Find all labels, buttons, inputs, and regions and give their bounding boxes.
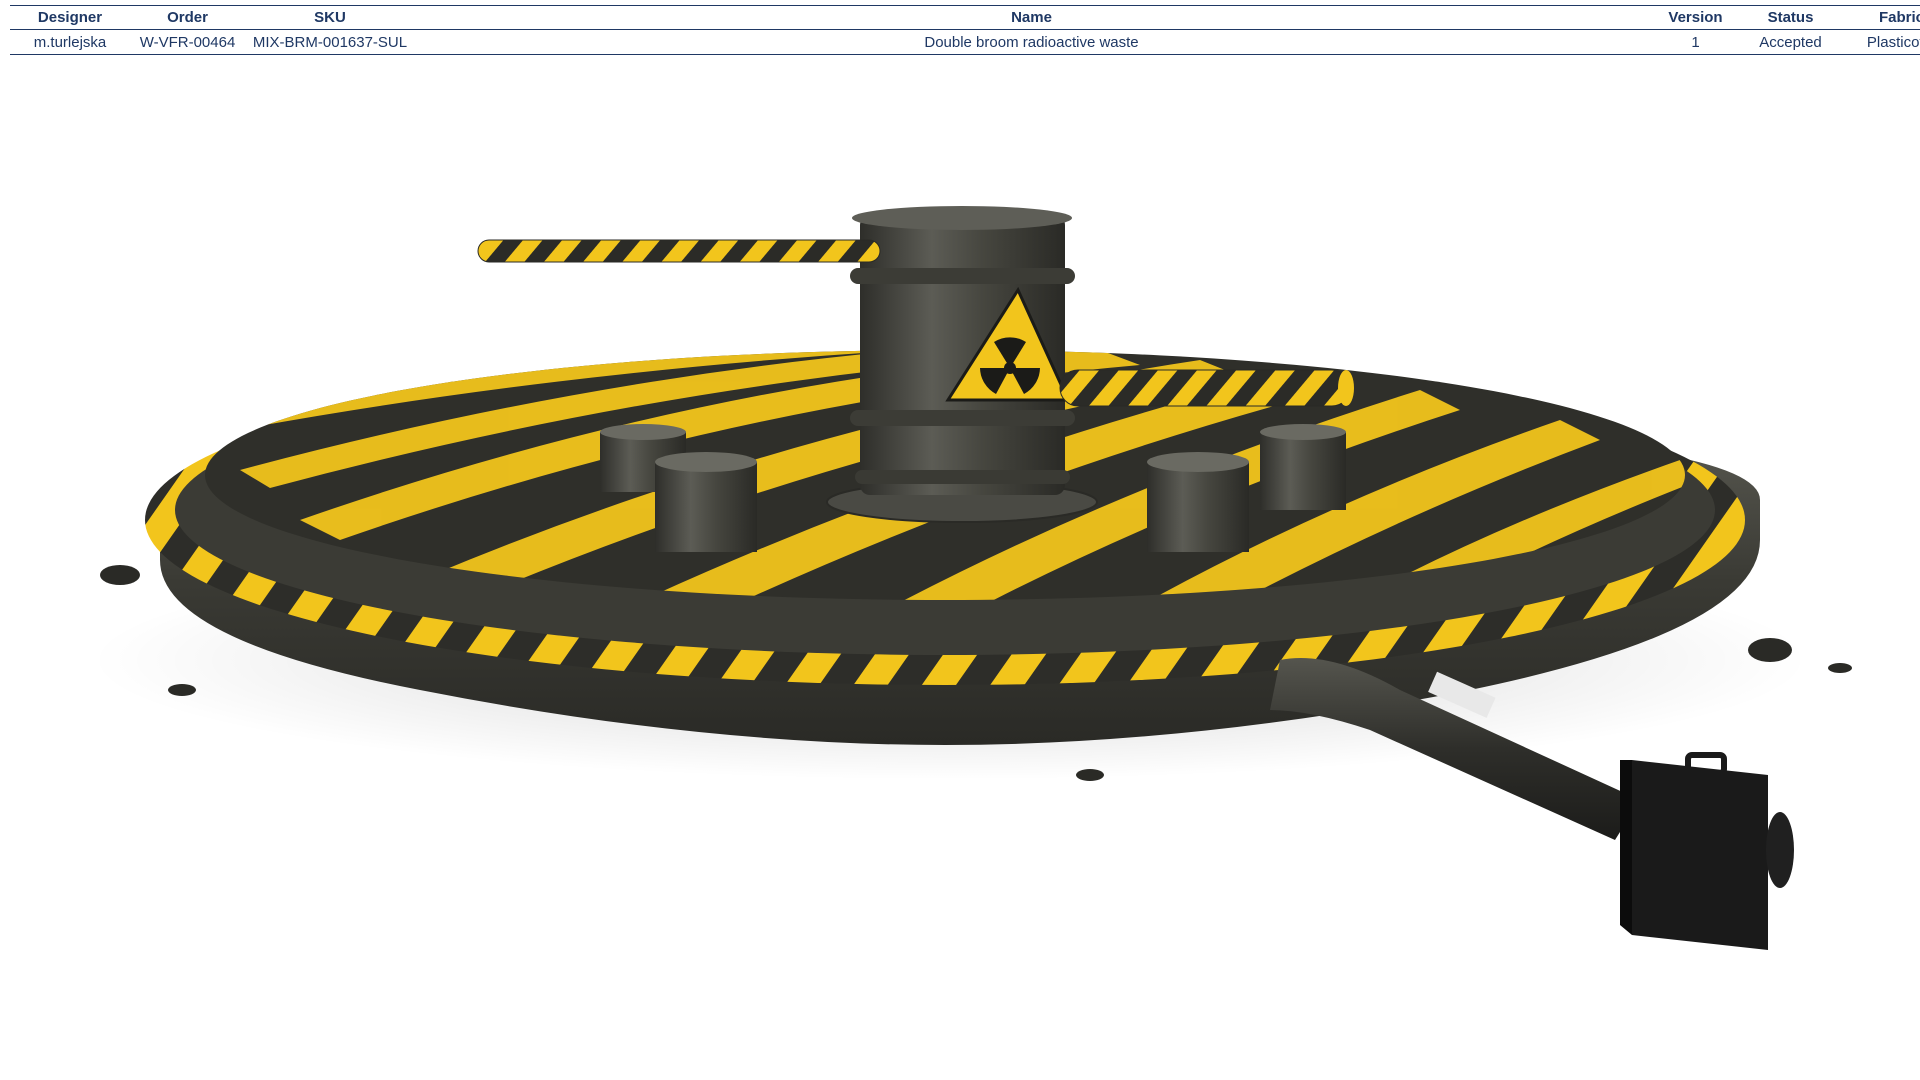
table-header-row: Designer Order SKU Name Version Status F…	[10, 5, 1920, 30]
header-version: Version	[1648, 5, 1743, 30]
header-designer: Designer	[10, 5, 130, 30]
product-render	[0, 60, 1920, 1080]
broom-arm-back	[477, 239, 881, 263]
header-fabric: Fabric	[1838, 5, 1920, 30]
header-status: Status	[1743, 5, 1838, 30]
cell-version: 1	[1648, 29, 1743, 55]
cell-sku: MIX-BRM-001637-SUL	[245, 29, 415, 55]
inflatable-render	[90, 206, 1852, 950]
header-name: Name	[415, 5, 1648, 30]
cell-designer: m.turlejska	[10, 29, 130, 55]
cell-status: Accepted	[1743, 29, 1838, 55]
spec-table: Designer Order SKU Name Version Status F…	[10, 5, 1920, 55]
table-row: m.turlejska W-VFR-00464 MIX-BRM-001637-S…	[10, 29, 1920, 55]
header-order: Order	[130, 5, 245, 30]
blower-box	[1620, 752, 1794, 950]
cell-order: W-VFR-00464	[130, 29, 245, 55]
product-sheet: Designer Order SKU Name Version Status F…	[0, 0, 1920, 1080]
cell-fabric: Plasticotta	[1838, 29, 1920, 55]
header-sku: SKU	[245, 5, 415, 30]
broom-arm-front	[1059, 369, 1354, 407]
cell-name: Double broom radioactive waste	[415, 29, 1648, 55]
